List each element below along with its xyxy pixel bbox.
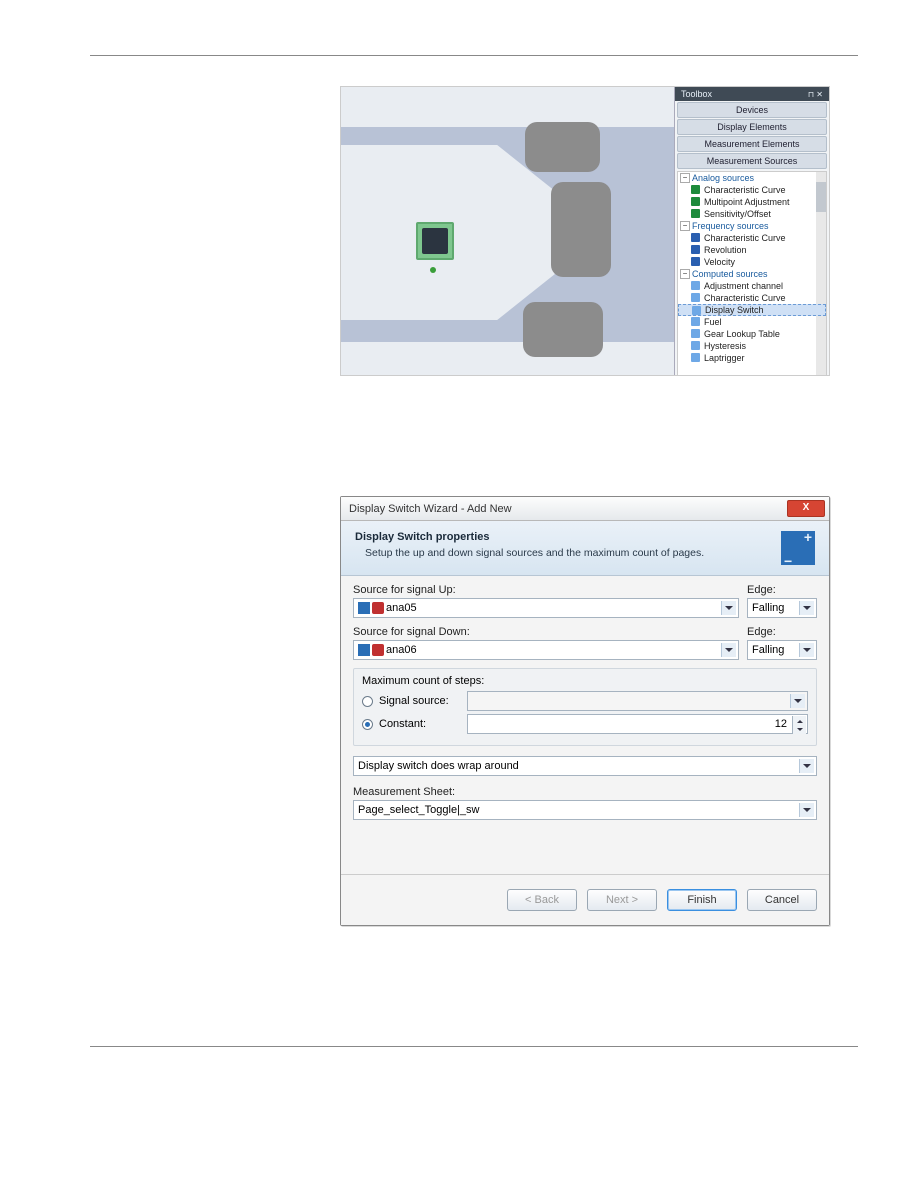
tree-item[interactable]: Characteristic Curve (678, 184, 826, 196)
label-edge: Edge: (747, 584, 817, 596)
display-switch-icon (692, 306, 701, 315)
dialog-button-bar: < Back Next > Finish Cancel (341, 874, 829, 925)
velocity-icon (691, 257, 700, 266)
radio-signal-source[interactable] (362, 696, 373, 707)
radio-constant[interactable] (362, 719, 373, 730)
next-button[interactable]: Next > (587, 889, 657, 911)
label-radio-constant: Constant: (379, 718, 461, 730)
tree-item[interactable]: Revolution (678, 244, 826, 256)
bg-funnel (341, 145, 696, 320)
toolbox-panel: Toolbox ⊓ ✕ Devices Display Elements Mea… (674, 87, 829, 375)
dialog-body: Source for signal Up: ana05 Edge: Fallin… (341, 576, 829, 874)
combo-edge-down[interactable]: Falling (747, 640, 817, 660)
page-rule (90, 55, 858, 56)
combo-source-down[interactable]: ana06 (353, 640, 739, 660)
sensitivity-icon (691, 209, 700, 218)
chevron-down-icon[interactable] (721, 643, 736, 657)
label-source-up: Source for signal Up: (353, 584, 739, 596)
device-ddu[interactable] (416, 222, 454, 260)
chevron-down-icon[interactable] (799, 643, 814, 657)
curve-icon (691, 185, 700, 194)
screenshot-system-overview: Toolbox ⊓ ✕ Devices Display Elements Mea… (340, 86, 830, 376)
tree-item-display-switch[interactable]: Display Switch (678, 304, 826, 316)
wizard-heading: Display Switch properties (355, 531, 781, 543)
dialog-titlebar: Display Switch Wizard - Add New X (341, 497, 829, 521)
tree-item[interactable]: Multipoint Adjustment (678, 196, 826, 208)
page-rule (90, 1046, 858, 1047)
label-radio-signal: Signal source: (379, 695, 461, 707)
revolution-icon (691, 245, 700, 254)
combo-wrap-around[interactable]: Display switch does wrap around (353, 756, 817, 776)
tree-item[interactable]: Gear Lookup Table (678, 328, 826, 340)
toolbox-tree[interactable]: Analog sources Characteristic Curve Mult… (677, 171, 827, 376)
diagram-canvas (341, 87, 686, 376)
label-max-steps: Maximum count of steps: (362, 675, 808, 687)
status-dot (430, 267, 436, 273)
bg-strip (341, 342, 696, 376)
spinner-buttons[interactable] (792, 716, 806, 734)
gear-table-icon (691, 329, 700, 338)
toolbox-band-disp-elem[interactable]: Display Elements (677, 119, 827, 135)
curve-icon (691, 233, 700, 242)
ecu-box-bot (523, 302, 603, 357)
tree-item[interactable]: Hysteresis (678, 340, 826, 352)
device-screen (422, 228, 448, 254)
pin-icon[interactable]: ⊓ ✕ (808, 90, 823, 99)
spinner-constant[interactable]: 12 (467, 714, 808, 734)
combo-edge-up[interactable]: Falling (747, 598, 817, 618)
chevron-down-icon[interactable] (721, 601, 736, 615)
bg-strip (341, 87, 696, 127)
wizard-subheading: Setup the up and down signal sources and… (355, 547, 781, 559)
dialog-header: Display Switch properties Setup the up a… (341, 521, 829, 576)
close-button[interactable]: X (787, 500, 825, 517)
tree-item[interactable]: Characteristic Curve (678, 292, 826, 304)
channel-icon (358, 602, 370, 614)
toolbox-band-devices[interactable]: Devices (677, 102, 827, 118)
multipoint-icon (691, 197, 700, 206)
hysteresis-icon (691, 341, 700, 350)
label-measurement-sheet: Measurement Sheet: (353, 786, 817, 798)
cancel-button[interactable]: Cancel (747, 889, 817, 911)
combo-source-up[interactable]: ana05 (353, 598, 739, 618)
group-frequency[interactable]: Frequency sources (678, 220, 826, 232)
tree-item[interactable]: Velocity (678, 256, 826, 268)
chevron-down-icon[interactable] (792, 725, 806, 734)
tree-item[interactable]: Characteristic Curve (678, 232, 826, 244)
chevron-down-icon[interactable] (799, 803, 814, 817)
tree-item[interactable]: Adjustment channel (678, 280, 826, 292)
display-switch-wizard: Display Switch Wizard - Add New X Displa… (340, 496, 830, 926)
chevron-down-icon[interactable] (799, 601, 814, 615)
toolbox-band-meas-elem[interactable]: Measurement Elements (677, 136, 827, 152)
finish-button[interactable]: Finish (667, 889, 737, 911)
channel-icon (358, 644, 370, 656)
label-edge: Edge: (747, 626, 817, 638)
group-computed[interactable]: Computed sources (678, 268, 826, 280)
toolbox-title: Toolbox (681, 89, 712, 99)
laptrigger-icon (691, 353, 700, 362)
fuel-icon (691, 317, 700, 326)
channel-icon (372, 602, 384, 614)
group-analog[interactable]: Analog sources (678, 172, 826, 184)
ecu-box-mid (551, 182, 611, 277)
toolbox-band-meas-src[interactable]: Measurement Sources (677, 153, 827, 169)
chevron-down-icon (790, 694, 805, 708)
label-source-down: Source for signal Down: (353, 626, 739, 638)
curve-icon (691, 293, 700, 302)
dialog-title: Display Switch Wizard - Add New (349, 503, 512, 515)
ecu-box-top (525, 122, 600, 172)
adjustment-icon (691, 281, 700, 290)
tree-item[interactable]: Sensitivity/Offset (678, 208, 826, 220)
back-button[interactable]: < Back (507, 889, 577, 911)
tree-item[interactable]: Laptrigger (678, 352, 826, 364)
plus-minus-icon (781, 531, 815, 565)
channel-icon (372, 644, 384, 656)
combo-signal-source[interactable] (467, 691, 808, 711)
tree-item[interactable]: Fuel (678, 316, 826, 328)
chevron-down-icon[interactable] (799, 759, 814, 773)
max-steps-group: Maximum count of steps: Signal source: C… (353, 668, 817, 746)
combo-measurement-sheet[interactable]: Page_select_Toggle|_sw (353, 800, 817, 820)
toolbox-titlebar: Toolbox ⊓ ✕ (675, 87, 829, 101)
chevron-up-icon[interactable] (792, 716, 806, 725)
